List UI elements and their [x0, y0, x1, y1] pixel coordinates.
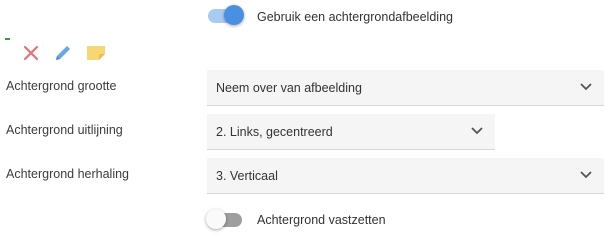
- background-alignment-select[interactable]: 2. Links, gecentreerd: [207, 114, 495, 150]
- chevron-down-icon: [580, 171, 592, 179]
- background-image-toggle-label: Gebruik een achtergrondafbeelding: [257, 10, 453, 24]
- background-fixed-toggle-label: Achtergrond vastzetten: [257, 213, 386, 227]
- background-repeat-value: 3. Verticaal: [216, 169, 278, 183]
- edit-pencil-icon: [56, 46, 70, 60]
- close-button[interactable]: [20, 42, 42, 64]
- edit-button[interactable]: [52, 42, 74, 64]
- background-alignment-label: Achtergrond uitlijning: [6, 123, 123, 137]
- note-icon: [87, 46, 105, 60]
- chevron-down-icon: [580, 83, 592, 91]
- background-fixed-toggle[interactable]: [206, 208, 246, 232]
- note-button[interactable]: [85, 42, 107, 64]
- close-icon: [23, 45, 39, 61]
- background-size-label: Achtergrond grootte: [6, 79, 117, 93]
- status-marker: [5, 38, 10, 40]
- background-size-value: Neem over van afbeelding: [216, 81, 362, 95]
- toggle-thumb: [206, 209, 226, 229]
- background-repeat-select[interactable]: 3. Verticaal: [207, 158, 604, 194]
- chevron-down-icon: [471, 127, 483, 135]
- background-size-select[interactable]: Neem over van afbeelding: [207, 70, 604, 106]
- background-image-toggle[interactable]: [206, 4, 246, 28]
- background-repeat-label: Achtergrond herhaling: [6, 167, 129, 181]
- background-alignment-value: 2. Links, gecentreerd: [216, 125, 333, 139]
- toggle-thumb: [224, 5, 244, 25]
